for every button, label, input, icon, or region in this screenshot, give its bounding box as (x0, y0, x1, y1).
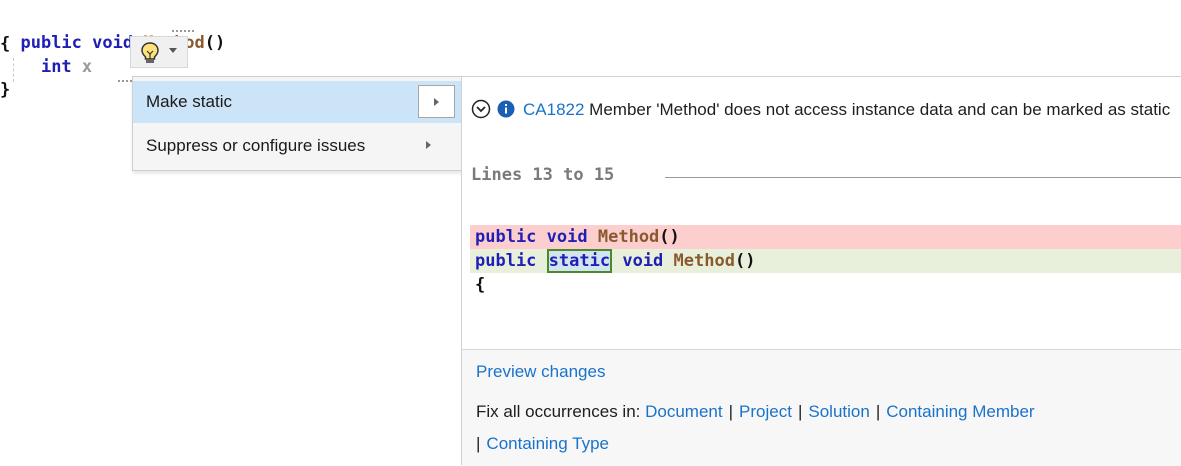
chevron-down-icon (169, 48, 177, 53)
fix-all-containing-type-link[interactable]: Containing Type (486, 434, 609, 453)
keyword-public: public (475, 251, 537, 271)
menu-item-label: Suppress or configure issues (146, 136, 366, 155)
method-name: Method (597, 227, 660, 247)
fix-all-project-link[interactable]: Project (739, 402, 792, 421)
menu-item-make-static[interactable]: Make static (133, 81, 461, 123)
separator: | (875, 402, 881, 421)
code-line-close-brace[interactable]: } (0, 79, 10, 101)
chevron-right-icon (434, 98, 439, 106)
diff-context-line: { (470, 273, 1181, 297)
method-parens: () (734, 251, 756, 271)
diff-removed-line: public void Method() (470, 225, 1181, 249)
menu-item-suppress-or-configure[interactable]: Suppress or configure issues (133, 125, 461, 167)
submenu-expander-button[interactable] (418, 85, 455, 118)
method-parens: () (204, 33, 226, 53)
code-line-method-signature[interactable]: public void Method() (0, 10, 225, 54)
keyword-void: void (622, 251, 664, 271)
variable-x: x (81, 57, 93, 77)
fix-all-occurrences: Fix all occurrences in: Document | Project… (476, 396, 1176, 460)
lines-range-header: Lines 13 to 15 (471, 165, 615, 185)
preview-changes-link[interactable]: Preview changes (476, 362, 605, 382)
chevron-right-icon (426, 141, 431, 149)
diagnostic-squiggle (172, 30, 194, 32)
diagnostic-message: Member 'Method' does not access instance… (589, 100, 1171, 119)
method-name: Method (673, 251, 735, 271)
fix-all-containing-member-link[interactable]: Containing Member (886, 402, 1034, 421)
info-icon (497, 100, 515, 118)
fix-all-solution-link[interactable]: Solution (808, 402, 869, 421)
separator: | (797, 402, 803, 421)
separator: | (728, 402, 734, 421)
separator: | (476, 434, 481, 453)
diagnostic-description: CA1822 Member 'Method' does not access i… (471, 97, 1171, 123)
lightbulb-button[interactable] (130, 36, 188, 68)
menu-item-label: Make static (146, 92, 232, 111)
suggestion-dots (118, 80, 132, 82)
preview-footer: Preview changes Fix all occurrences in: … (462, 350, 1181, 466)
fix-preview-panel: CA1822 Member 'Method' does not access i… (461, 76, 1181, 466)
added-static-keyword: static (546, 249, 613, 273)
lightbulb-icon (141, 42, 159, 63)
keyword-public: public (475, 227, 537, 247)
keyword-int: int (40, 57, 72, 77)
fix-all-document-link[interactable]: Document (645, 402, 722, 421)
keyword-void: void (546, 227, 588, 247)
divider (665, 177, 1181, 178)
diagnostic-id-link[interactable]: CA1822 (523, 100, 584, 119)
keyword-void: void (92, 33, 134, 53)
keyword-public: public (20, 33, 82, 53)
method-parens: () (659, 227, 680, 247)
diff-added-line: public static void Method() (470, 249, 1181, 273)
code-line-open-brace[interactable]: { (0, 33, 10, 55)
fix-all-label: Fix all occurrences in: (476, 402, 641, 421)
quick-actions-menu: Make static Suppress or configure issues (132, 76, 462, 171)
code-line-int-declaration[interactable]: int x (0, 56, 92, 78)
open-brace: { (475, 275, 486, 295)
expand-collapse-icon[interactable] (471, 99, 491, 119)
